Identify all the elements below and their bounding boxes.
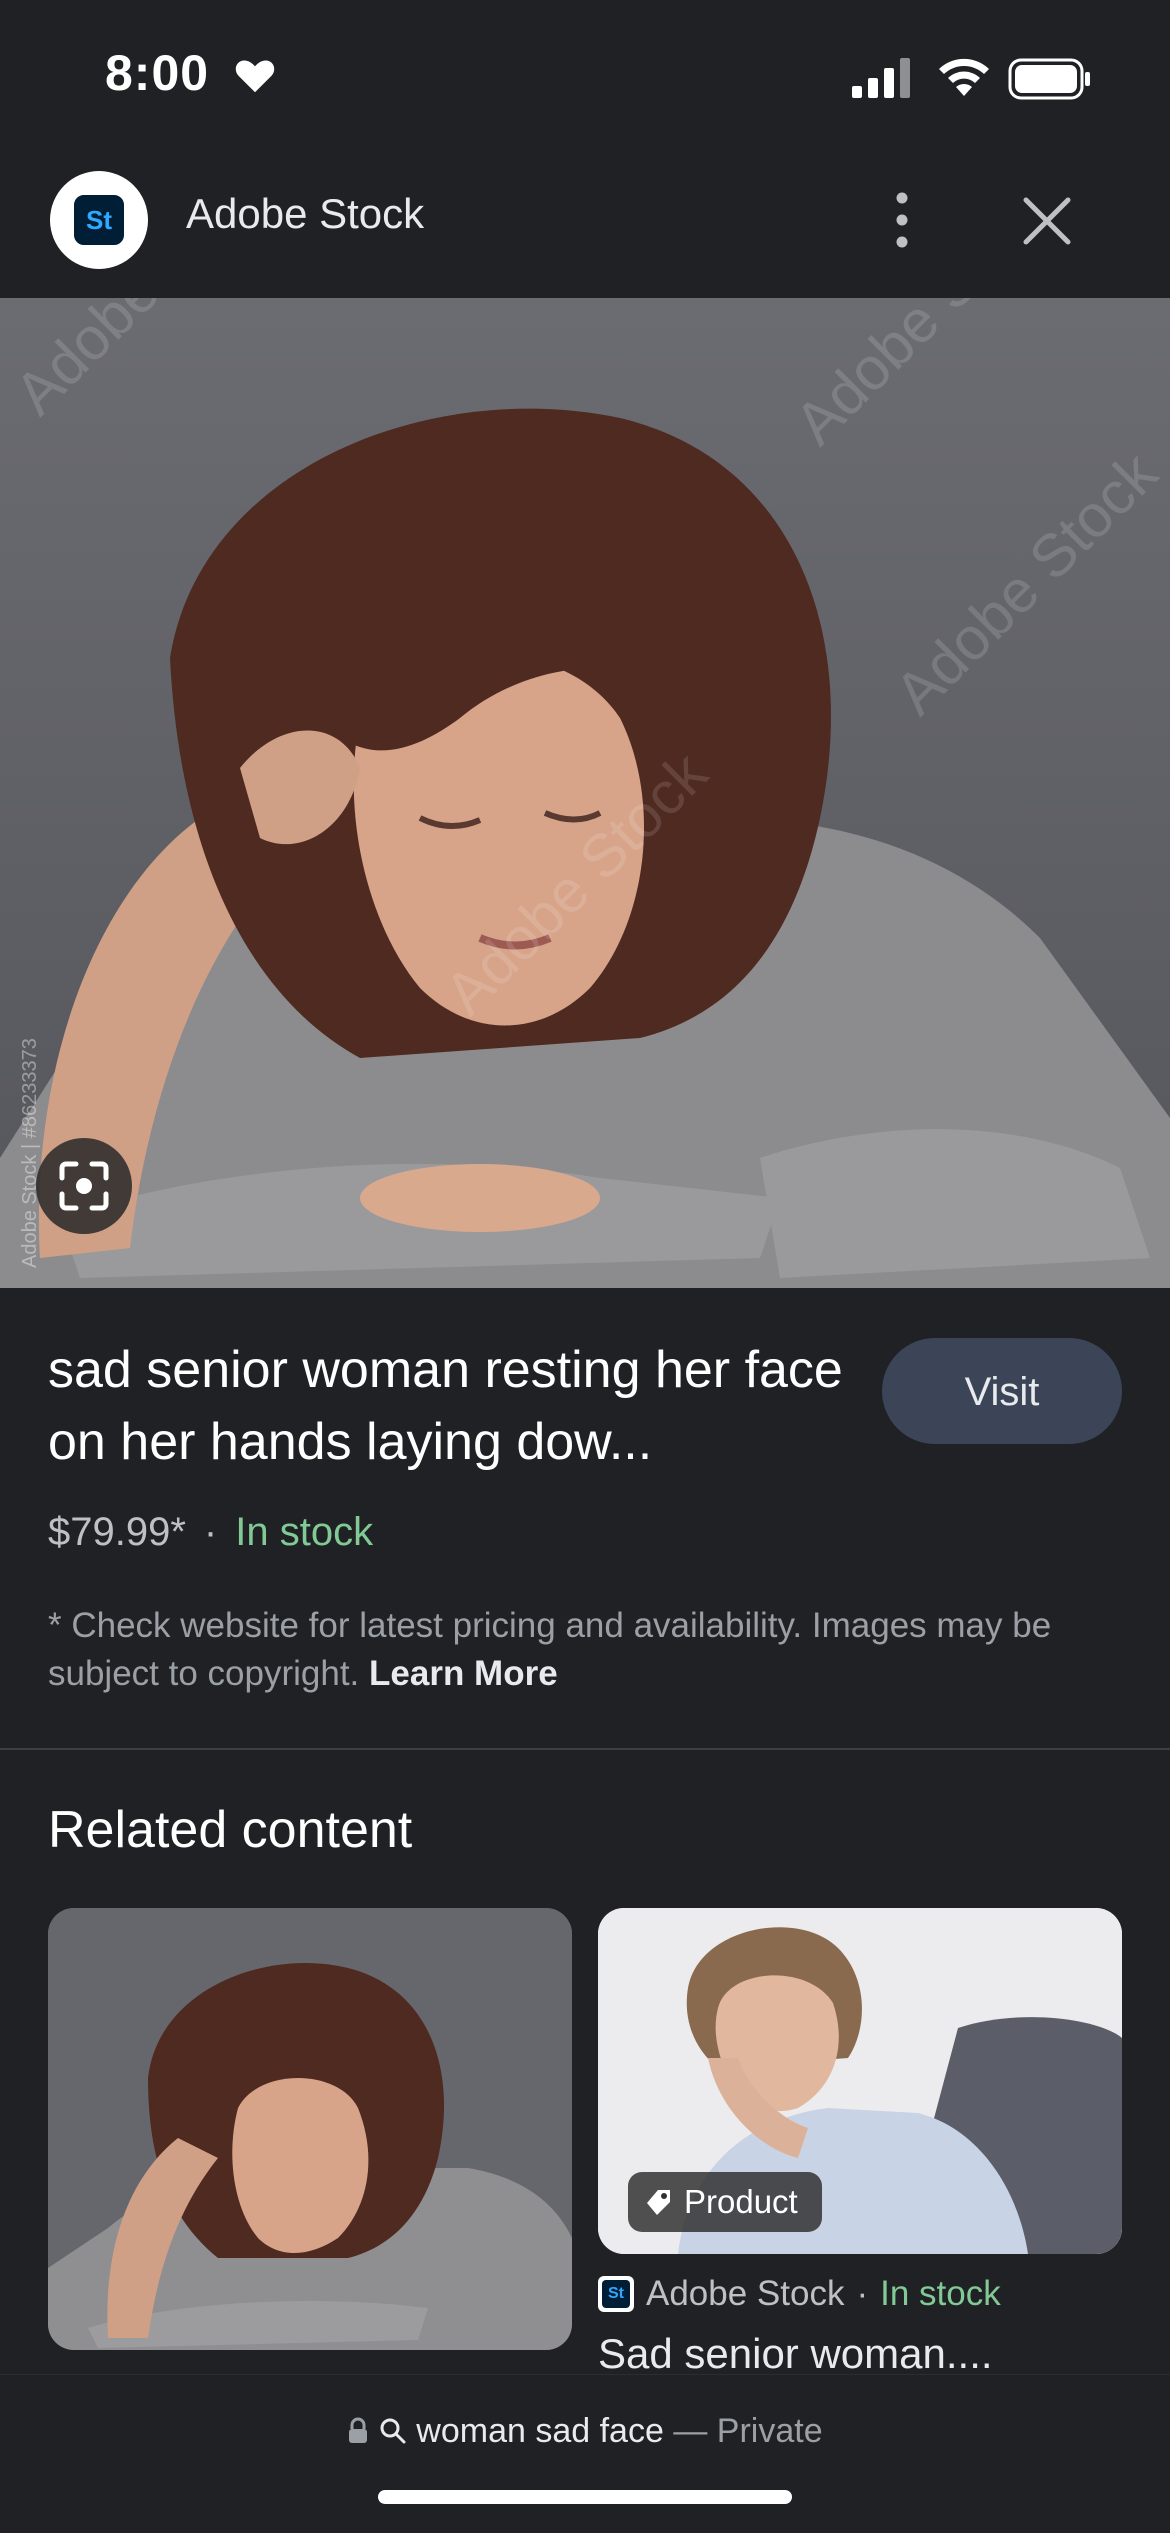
adobe-stock-logo: St bbox=[50, 171, 148, 269]
bottom-address-bar[interactable] bbox=[0, 2374, 1170, 2533]
main-photo-illustration: Adobe Stock Adobe Stock Adobe Stock Adob… bbox=[0, 298, 1170, 1288]
tag-icon bbox=[647, 2190, 670, 2215]
viewer-header bbox=[0, 150, 1170, 298]
lens-scan-icon bbox=[59, 1161, 109, 1211]
related-photo-1 bbox=[48, 1908, 572, 2350]
price-row: $79.99* · In stock bbox=[48, 1510, 374, 1554]
adobe-stock-small-icon: St bbox=[598, 2276, 634, 2312]
more-options-icon[interactable] bbox=[880, 190, 924, 250]
stock-status: In stock bbox=[235, 1510, 374, 1554]
private-mode-label: Private bbox=[716, 2412, 823, 2450]
related-card-1[interactable] bbox=[48, 1908, 572, 2350]
google-lens-button[interactable] bbox=[36, 1138, 132, 1234]
source-title: Adobe Stock bbox=[186, 190, 425, 237]
search-query: woman sad face bbox=[416, 2412, 664, 2450]
status-time: 8:00 bbox=[105, 45, 210, 101]
lock-icon bbox=[349, 2417, 368, 2443]
cellular-signal-icon bbox=[852, 58, 910, 98]
main-image[interactable]: Adobe Stock Adobe Stock Adobe Stock Adob… bbox=[0, 298, 1170, 1288]
product-title[interactable]: sad senior woman resting her face on her… bbox=[48, 1334, 848, 1478]
heart-icon bbox=[235, 60, 275, 93]
home-indicator[interactable] bbox=[378, 2490, 792, 2504]
price: $79.99* bbox=[48, 1510, 186, 1554]
divider bbox=[0, 1748, 1170, 1750]
learn-more-link[interactable]: Learn More bbox=[369, 1654, 558, 1693]
related-content-heading: Related content bbox=[48, 1801, 413, 1859]
related-card-2-title[interactable]: Sad senior woman.... bbox=[598, 2330, 993, 2378]
visit-button[interactable]: Visit bbox=[882, 1338, 1122, 1444]
product-badge: Product bbox=[628, 2172, 822, 2232]
close-icon[interactable] bbox=[1018, 192, 1076, 250]
search-query-row[interactable]: woman sad face — Private bbox=[0, 2412, 1170, 2451]
disclaimer: * Check website for latest pricing and a… bbox=[48, 1606, 1052, 1693]
related-card-2-source: St Adobe Stock · In stock bbox=[598, 2274, 1001, 2314]
wifi-icon bbox=[939, 58, 989, 96]
battery-icon bbox=[1008, 58, 1090, 100]
search-icon bbox=[380, 2418, 406, 2444]
